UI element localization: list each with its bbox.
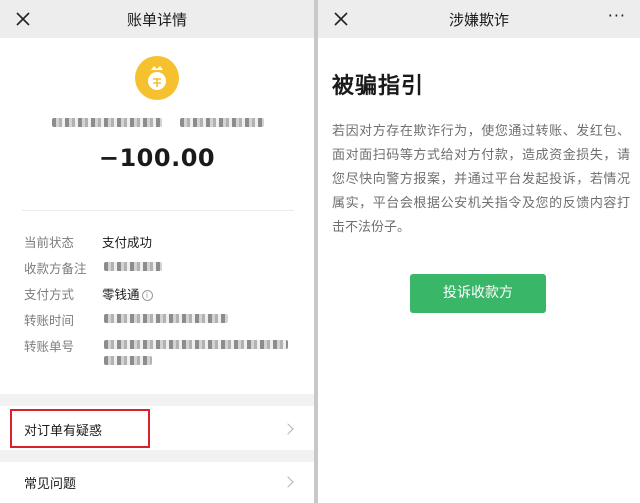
transfer-time-blurred xyxy=(104,314,228,323)
payee-note-label: 收款方备注 xyxy=(24,261,87,276)
status-label: 当前状态 xyxy=(24,235,75,250)
payment-method-label: 支付方式 xyxy=(24,287,75,302)
info-icon[interactable]: i xyxy=(141,290,153,301)
bill-detail-screen: 账单详情 −100.00 当前状态 支付成功 收款方备注 支付方式 零钱通 i 转… xyxy=(0,0,314,503)
status-value: 支付成功 xyxy=(102,235,153,250)
faq-label: 常见问题 xyxy=(24,477,77,492)
payment-method-value: 零钱通 i xyxy=(102,284,153,303)
highlight-box xyxy=(10,409,150,448)
more-options-icon[interactable]: ··· xyxy=(608,8,626,24)
bill-detail-titlebar: 账单详情 xyxy=(0,0,314,38)
fraud-guide-titlebar: 涉嫌欺诈 ··· xyxy=(318,0,640,38)
money-bag-icon xyxy=(135,56,179,100)
chevron-right-icon xyxy=(282,476,294,488)
section-gap xyxy=(0,394,314,406)
fraud-guide-title: 涉嫌欺诈 xyxy=(448,11,509,29)
transfer-id-label: 转账单号 xyxy=(24,339,75,354)
section-gap xyxy=(0,450,314,462)
chevron-right-icon xyxy=(282,423,294,435)
bill-detail-title: 账单详情 xyxy=(126,11,187,29)
transfer-id-blurred-2 xyxy=(104,356,152,365)
transfer-time-label: 转账时间 xyxy=(24,313,75,328)
payee-note-blurred xyxy=(104,262,162,271)
payee-account-blurred xyxy=(180,118,264,127)
guide-paragraph: 若因对方存在欺诈行为，使您通过转账、发红包、面对面扫码等方式给对方付款，造成资金… xyxy=(332,124,630,235)
payment-method-text: 零钱通 xyxy=(102,287,140,302)
faq-row[interactable]: 常见问题 xyxy=(0,462,314,503)
transfer-id-blurred-1 xyxy=(104,340,288,349)
divider xyxy=(22,210,294,211)
amount-value: −100.00 xyxy=(98,144,216,172)
page-heading: 被骗指引 xyxy=(332,74,425,99)
fraud-guide-screen: 涉嫌欺诈 ··· 被骗指引 若因对方存在欺诈行为，使您通过转账、发红包、面对面扫… xyxy=(318,0,640,503)
payee-name-blurred xyxy=(52,118,162,127)
complain-payee-button[interactable]: 投诉收款方 xyxy=(410,274,546,313)
